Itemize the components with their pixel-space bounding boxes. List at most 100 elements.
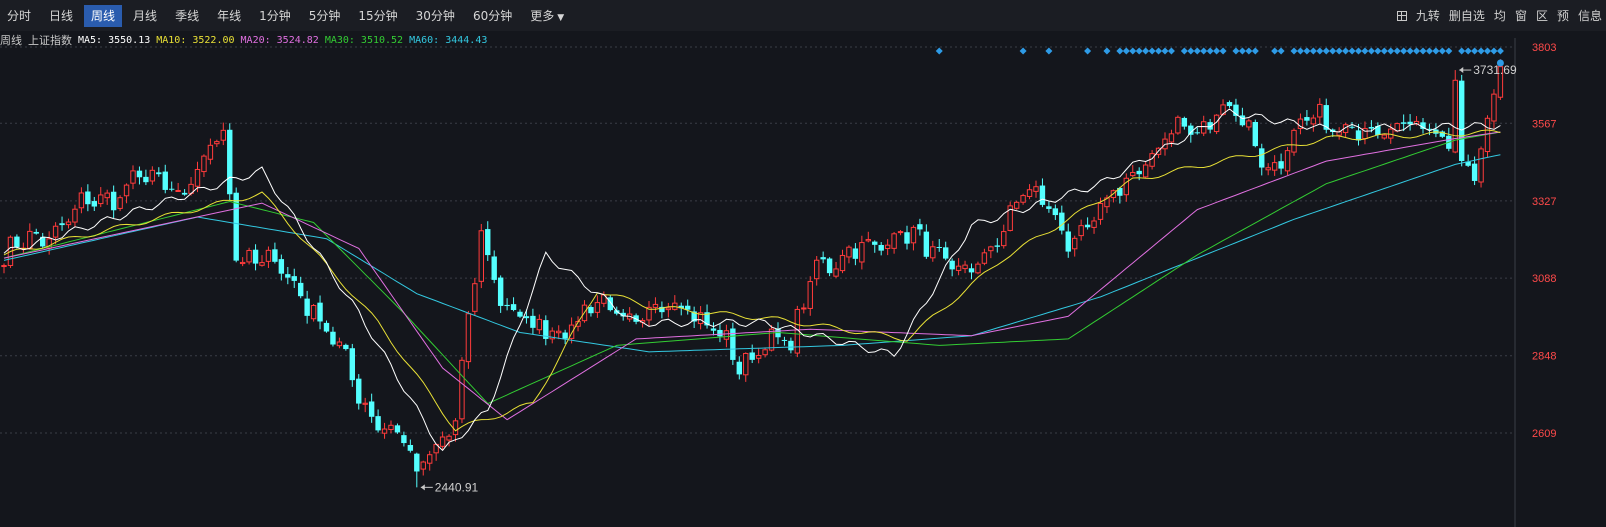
candle-body bbox=[865, 239, 871, 242]
candle-body bbox=[1078, 225, 1084, 237]
candle-body bbox=[162, 171, 168, 190]
candle-body bbox=[1226, 102, 1233, 107]
candle-body bbox=[246, 249, 252, 263]
candle-body bbox=[588, 307, 594, 314]
candle-body bbox=[149, 169, 156, 182]
candle-body bbox=[1181, 117, 1188, 127]
signal-marker bbox=[1148, 47, 1156, 55]
candle-body bbox=[826, 258, 833, 274]
candle-body bbox=[1452, 79, 1458, 153]
candle-body bbox=[110, 191, 117, 211]
candle-body bbox=[949, 260, 955, 270]
signal-marker bbox=[1045, 47, 1053, 55]
y-tick-label: 3803 bbox=[1532, 42, 1556, 54]
candle-body bbox=[356, 378, 362, 404]
candle-body bbox=[1046, 206, 1052, 209]
candle-body bbox=[1284, 150, 1291, 172]
signal-marker bbox=[1348, 47, 1356, 55]
signal-marker bbox=[1084, 47, 1092, 55]
candle-body bbox=[1168, 133, 1175, 143]
candle-body bbox=[1491, 93, 1497, 122]
signal-marker bbox=[1193, 47, 1201, 55]
signal-marker bbox=[1374, 47, 1382, 55]
candle-body bbox=[1194, 132, 1200, 134]
candle-body bbox=[78, 192, 85, 209]
current-signal-dot bbox=[1496, 59, 1504, 67]
candle-body bbox=[52, 225, 59, 238]
candle-body bbox=[968, 268, 975, 273]
candle-body bbox=[59, 223, 65, 226]
candle-body bbox=[330, 331, 336, 345]
signal-marker bbox=[1155, 47, 1163, 55]
candle-body bbox=[91, 201, 97, 207]
candle-body bbox=[1084, 224, 1091, 228]
signal-marker bbox=[1484, 47, 1491, 55]
candle-body bbox=[201, 155, 207, 173]
candle-body bbox=[975, 263, 981, 274]
candle-body bbox=[723, 330, 730, 340]
candle-body bbox=[743, 352, 749, 376]
signal-marker bbox=[1245, 47, 1253, 55]
candle-body bbox=[1065, 231, 1071, 252]
candle-body bbox=[755, 354, 762, 359]
candle-body bbox=[265, 249, 272, 262]
candle-body bbox=[1310, 117, 1317, 125]
candle-body bbox=[1304, 117, 1310, 121]
signal-marker bbox=[1335, 47, 1343, 55]
candle-body bbox=[156, 172, 162, 175]
signal-marker bbox=[1271, 47, 1279, 55]
candle-body bbox=[594, 302, 601, 313]
candle-body bbox=[98, 194, 104, 205]
signal-marker bbox=[1290, 47, 1298, 55]
candle-body bbox=[1259, 148, 1265, 168]
candle-body bbox=[1278, 161, 1284, 169]
signal-marker bbox=[1129, 47, 1137, 55]
candle-body bbox=[1, 265, 7, 268]
candle-body bbox=[923, 231, 930, 257]
candle-body bbox=[65, 221, 72, 226]
candle-body bbox=[478, 230, 485, 282]
signal-marker bbox=[1445, 47, 1453, 55]
signal-marker bbox=[1393, 47, 1401, 55]
candle-body bbox=[349, 348, 355, 381]
y-tick-label: 3088 bbox=[1532, 273, 1556, 285]
candle-body bbox=[807, 281, 813, 309]
candle-body bbox=[536, 318, 543, 331]
candle-body bbox=[194, 168, 201, 187]
candle-body bbox=[1349, 126, 1355, 128]
candle-body bbox=[994, 245, 1000, 247]
signal-marker bbox=[1425, 47, 1433, 55]
candle-body bbox=[227, 129, 233, 195]
candle-body bbox=[1388, 128, 1394, 139]
candle-body bbox=[510, 304, 517, 311]
candle-body bbox=[904, 232, 910, 244]
candle-body bbox=[207, 144, 214, 160]
signal-marker bbox=[1213, 47, 1221, 55]
signal-marker bbox=[1200, 47, 1208, 55]
candle-body bbox=[439, 436, 446, 447]
signal-marker bbox=[1458, 47, 1466, 55]
candle-body bbox=[820, 257, 826, 260]
candle-body bbox=[762, 349, 768, 356]
candle-body bbox=[1252, 121, 1258, 147]
candle-body bbox=[1149, 153, 1155, 167]
y-tick-label: 2848 bbox=[1532, 351, 1556, 363]
candle-body bbox=[1020, 195, 1026, 203]
candle-body bbox=[962, 264, 968, 270]
candle-body bbox=[1471, 163, 1478, 181]
candle-body bbox=[1478, 148, 1484, 183]
candle-body bbox=[497, 277, 504, 306]
candle-body bbox=[1175, 116, 1181, 134]
signal-marker bbox=[1413, 47, 1421, 55]
signal-marker bbox=[1329, 47, 1337, 55]
signal-marker bbox=[1142, 47, 1150, 55]
candle-body bbox=[427, 454, 433, 464]
candle-body bbox=[736, 361, 742, 375]
candle-body bbox=[420, 461, 426, 470]
candle-body bbox=[1271, 162, 1278, 171]
candle-body bbox=[1039, 185, 1046, 205]
candle-body bbox=[1097, 202, 1104, 220]
candle-body bbox=[130, 170, 136, 184]
candle-body bbox=[175, 189, 181, 192]
candle-body bbox=[891, 233, 897, 249]
